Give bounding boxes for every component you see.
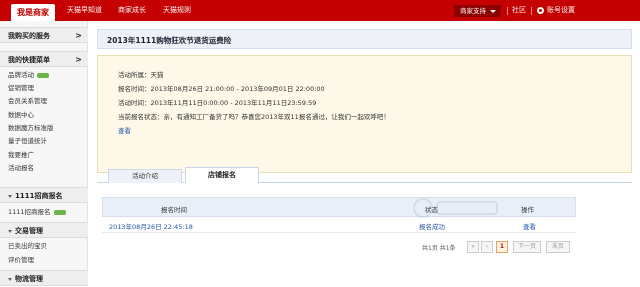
sidebar-item-promotion[interactable]: 促销管理	[8, 82, 34, 94]
sidebar: 我购买的服务 > 我的快捷菜单 > 品牌活动 促销管理 会员关系管理 数据中心 …	[0, 21, 88, 286]
sidebar-item-activity-signup[interactable]: 活动报名	[8, 162, 34, 174]
nav-merchant-growth[interactable]: 商家成长	[118, 0, 146, 21]
sidebar-item-label: 1111招商报名	[8, 208, 51, 216]
sidebar-item-1111-signup[interactable]: 1111招商报名	[8, 206, 66, 218]
watermark-logo	[413, 198, 498, 218]
sidebar-item-member-relations[interactable]: 会员关系管理	[8, 95, 47, 107]
tab-bar: 活动介绍 店铺报名	[97, 167, 632, 184]
nav-tmall-rules[interactable]: 天猫规则	[163, 0, 191, 21]
section-title: 我的快捷菜单	[8, 56, 50, 64]
caret-down-icon	[490, 9, 496, 13]
activity-info-box: 活动所属：天猫 报名时间：2013年08月26日 21:00:00 - 2013…	[97, 55, 632, 173]
divider	[507, 7, 508, 15]
sidebar-item-data-cube[interactable]: 数据魔方标准版	[8, 122, 54, 134]
signup-time: 报名时间：2013年08月26日 21:00:00 - 2013年09月01日 …	[118, 85, 325, 93]
gear-icon	[537, 7, 544, 14]
divider	[531, 7, 532, 15]
brand-tab[interactable]: 我是商家	[11, 4, 55, 21]
row-status[interactable]: 报名成功	[419, 221, 445, 231]
prev-page-button[interactable]: ‹	[481, 241, 493, 253]
signup-status: 当前报名状态：亲，有通知工厂备货了吗？恭喜您2013年双11报名通过，让我们一起…	[118, 113, 390, 121]
current-page[interactable]: 1	[496, 241, 508, 253]
chevron-right-icon: >	[75, 31, 82, 40]
sidebar-item-quantum-stats[interactable]: 量子恒道统计	[8, 135, 47, 147]
sidebar-item-sold-items[interactable]: 已卖出的宝贝	[8, 240, 47, 252]
sidebar-section-purchased-services[interactable]: 我购买的服务 >	[0, 27, 88, 43]
merchant-support-dropdown[interactable]: 商家支持	[454, 5, 501, 17]
row-view-link[interactable]: 查看	[523, 221, 536, 231]
sidebar-item-brand-activity[interactable]: 品牌活动	[8, 69, 49, 81]
col-action: 操作	[521, 206, 534, 214]
col-signup-time: 报名时间	[161, 206, 187, 214]
last-page-button[interactable]: 末页	[546, 241, 570, 253]
first-page-button[interactable]: «	[467, 241, 479, 253]
chevron-right-icon: >	[75, 55, 82, 64]
sidebar-item-data-center[interactable]: 数据中心	[8, 109, 34, 121]
pager-summary: 共1页 共1条	[422, 245, 456, 252]
view-link[interactable]: 查看	[118, 125, 131, 135]
page-title-bar: 2013年1111购物狂欢节退货运费险	[97, 29, 632, 49]
sidebar-item-reviews[interactable]: 评价管理	[8, 254, 34, 266]
account-settings-link[interactable]: 账号设置	[547, 0, 575, 21]
triangle-down-icon	[8, 194, 12, 198]
section-title: 交易管理	[15, 227, 43, 235]
section-title: 我购买的服务	[8, 32, 50, 40]
merchant-support-label: 商家支持	[460, 7, 486, 15]
tab-store-signup[interactable]: 店铺报名	[185, 167, 259, 184]
top-bar: 我是商家 天猫早知道 商家成长 天猫规则 商家支持 社区 账号设置	[0, 0, 640, 21]
row-signup-time: 2013年08月26日 22:45:18	[109, 223, 193, 231]
nav-tmall-early-news[interactable]: 天猫早知道	[67, 0, 102, 21]
new-badge	[53, 209, 66, 215]
triangle-down-icon	[8, 229, 12, 233]
sidebar-section-trade[interactable]: 交易管理	[0, 222, 88, 238]
activity-owner: 活动所属：天猫	[118, 71, 164, 79]
sidebar-item-promote[interactable]: 我要推广	[8, 149, 34, 161]
tab-activity-intro[interactable]: 活动介绍	[108, 169, 182, 183]
sidebar-item-label: 品牌活动	[8, 71, 34, 79]
section-title: 物流管理	[15, 275, 43, 283]
sidebar-section-logistics[interactable]: 物流管理	[0, 270, 88, 286]
page-title: 2013年1111购物狂欢节退货运费险	[107, 36, 232, 45]
next-page-button[interactable]: 下一页	[513, 241, 541, 253]
triangle-down-icon	[8, 277, 12, 281]
nav-community[interactable]: 社区	[512, 0, 526, 21]
activity-time: 活动时间：2013年11月11日0:00:00 - 2013年11月11日23:…	[118, 99, 317, 107]
sidebar-section-1111-signup[interactable]: 1111招商报名	[0, 187, 88, 203]
section-title: 1111招商报名	[15, 192, 63, 200]
new-badge	[37, 72, 49, 78]
sidebar-section-shortcut-menu[interactable]: 我的快捷菜单 >	[0, 51, 88, 67]
